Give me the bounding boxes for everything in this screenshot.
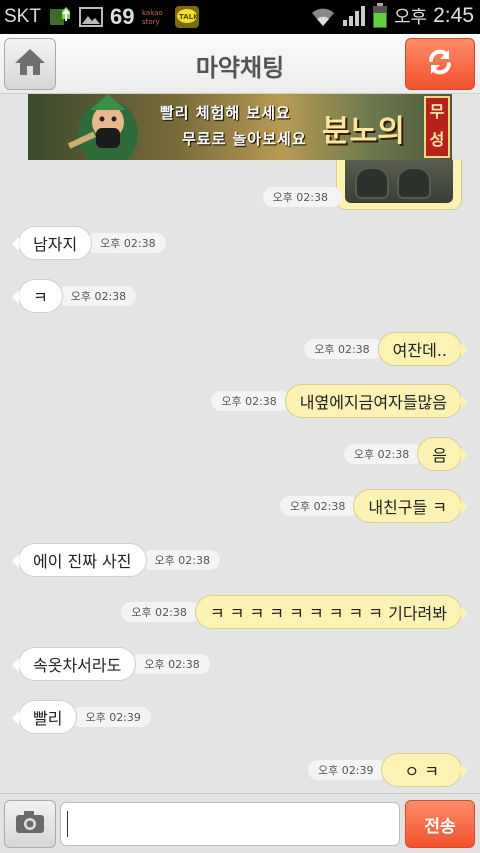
gallery-icon [78, 5, 103, 29]
incoming-message[interactable]: ㅋ [12, 279, 63, 313]
ad-line1: 빨리 체험해 보세요 [160, 104, 291, 122]
message-time: 오후 02:38 [262, 187, 342, 207]
message-time: 오후 02:38 [56, 286, 137, 306]
ad-brand: 분노의 [322, 114, 405, 149]
carrier-label: SKT [4, 6, 41, 27]
chat-header: 마약채팅 [0, 34, 480, 94]
message-time: 오후 02:38 [130, 654, 210, 674]
message-time: 오후 02:38 [86, 233, 166, 253]
message-time: 오후 02:38 [279, 496, 360, 516]
message-row: 오후 02:38 내친구들 ㅋ [279, 489, 468, 523]
upload-icon [48, 5, 72, 29]
message-row: 빨리 오후 02:39 [11, 700, 151, 734]
camera-icon [14, 809, 46, 839]
photo-thumbnail[interactable] [345, 160, 453, 203]
message-time: 오후 02:38 [211, 391, 291, 411]
refresh-icon [425, 47, 455, 81]
message-time: 오후 02:39 [71, 707, 151, 727]
message-time: 오후 02:38 [304, 339, 384, 359]
message-row: 오후 02:39 ㅇ ㅋ [308, 753, 468, 787]
message-row: 남자지 오후 02:38 [11, 226, 166, 260]
ad-line2: 무료로 놀아보세요 [182, 130, 307, 148]
outgoing-message[interactable]: 내친구들 ㅋ [353, 489, 468, 523]
ad-character-image [60, 94, 156, 160]
battery-percent: 69 [109, 4, 135, 29]
message-row: ㅋ 오후 02:38 [12, 279, 137, 313]
message-time: 오후 02:38 [140, 550, 220, 570]
ad-seal: 무성 [424, 96, 450, 158]
message-row: 에이 진짜 사진 오후 02:38 [12, 543, 220, 577]
outgoing-message[interactable]: ㅇ ㅋ [381, 753, 468, 787]
message-time: 오후 02:38 [343, 444, 424, 464]
image-message-bubble[interactable] [336, 160, 462, 210]
refresh-button[interactable] [405, 38, 475, 90]
message-row: 오후 02:38 ㅋ ㅋ ㅋ ㅋ ㅋ ㅋ ㅋ ㅋ ㅋ 기다려봐 [121, 595, 469, 629]
outgoing-message[interactable]: 여잔데.. [377, 332, 469, 366]
svg-text:kakao: kakao [142, 9, 163, 17]
message-time: 오후 02:38 [121, 602, 201, 622]
incoming-message[interactable]: 빨리 [11, 700, 78, 734]
message-time: 오후 02:39 [308, 760, 388, 780]
message-row: 오후 02:38 음 [343, 437, 468, 471]
message-row: 오후 02:38 내옆에지금여자들많음 [211, 384, 469, 418]
kakaotalk-icon: TALK [174, 5, 200, 29]
incoming-message[interactable]: 에이 진짜 사진 [12, 543, 147, 577]
status-ampm: 오후 [394, 7, 428, 28]
text-cursor [67, 811, 68, 837]
incoming-message[interactable]: 속옷차서라도 [11, 647, 137, 681]
message-row: 오후 02:38 [262, 180, 342, 214]
outgoing-message[interactable]: ㅋ ㅋ ㅋ ㅋ ㅋ ㅋ ㅋ ㅋ ㅋ 기다려봐 [194, 595, 469, 629]
send-button[interactable]: 전송 [405, 800, 475, 848]
incoming-message[interactable]: 남자지 [11, 226, 93, 260]
wifi-icon [310, 4, 336, 28]
svg-text:story: story [142, 18, 160, 26]
signal-icon [342, 4, 366, 28]
battery-icon [372, 3, 388, 29]
outgoing-message[interactable]: 음 [417, 437, 468, 471]
message-input[interactable] [60, 802, 400, 846]
outgoing-message[interactable]: 내옆에지금여자들많음 [284, 384, 469, 418]
message-row: 속옷차서라도 오후 02:38 [11, 647, 210, 681]
kakaostory-icon: kakao story [141, 5, 167, 29]
chat-area[interactable]: 오후 02:38 남자지 오후 02:38 ㅋ 오후 02:38 오후 02:3… [0, 160, 480, 793]
camera-button[interactable] [4, 800, 56, 848]
ad-banner[interactable]: 빨리 체험해 보세요 무료로 놀아보세요 분노의 무성 [28, 94, 452, 160]
ad-seal-text: 무성 [429, 102, 445, 149]
svg-text:TALK: TALK [179, 13, 199, 21]
status-time: 2:45 [433, 4, 474, 27]
input-bar: 전송 [0, 793, 480, 853]
status-bar: SKT 69 kakao story TALK 오후 2:45 [0, 0, 480, 34]
message-row: 오후 02:38 여잔데.. [304, 332, 469, 366]
